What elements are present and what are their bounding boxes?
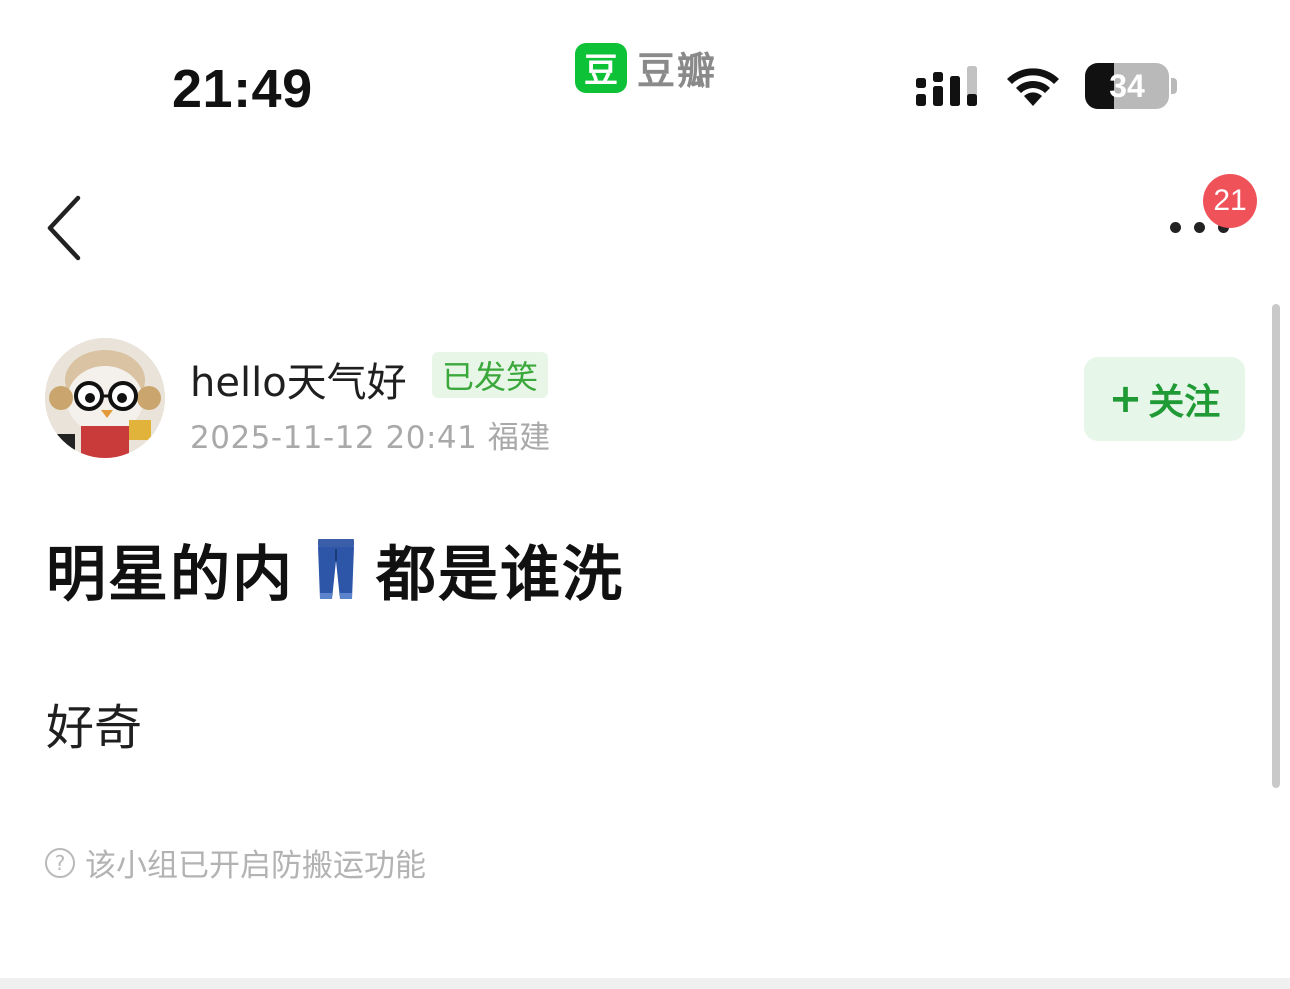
battery-level: 34 bbox=[1109, 67, 1145, 104]
post-detail-screen: 21:49 豆 豆瓣 34 21 hello天气好 已发笑 2025-11-12… bbox=[0, 0, 1290, 989]
author-name[interactable]: hello天气好 bbox=[190, 350, 407, 408]
follow-label: 关注 bbox=[1148, 382, 1221, 423]
plus-icon: + bbox=[1108, 376, 1143, 422]
follow-button[interactable]: + 关注 bbox=[1084, 357, 1245, 441]
avatar-image bbox=[45, 338, 165, 458]
wifi-icon bbox=[1007, 68, 1059, 106]
signal-icon bbox=[916, 66, 977, 106]
jeans-icon bbox=[318, 538, 354, 599]
app-indicator: 豆 豆瓣 bbox=[575, 40, 717, 95]
status-time: 21:49 bbox=[172, 59, 313, 119]
question-circle-icon: ? bbox=[45, 847, 75, 878]
douban-logo-icon: 豆 bbox=[575, 42, 627, 93]
notice-text: 该小组已开启防搬运功能 bbox=[85, 848, 426, 884]
battery-icon: 34 bbox=[1085, 63, 1169, 109]
scrollbar[interactable] bbox=[1272, 304, 1280, 788]
notification-badge: 21 bbox=[1203, 174, 1257, 228]
avatar[interactable] bbox=[45, 338, 165, 458]
back-button[interactable] bbox=[38, 190, 94, 266]
anti-repost-notice[interactable]: ? 该小组已开启防搬运功能 bbox=[45, 840, 426, 885]
post-title-after: 都是谁洗 bbox=[376, 540, 624, 610]
author-badge: 已发笑 bbox=[432, 352, 549, 398]
home-indicator bbox=[0, 978, 1290, 989]
post-meta: 2025-11-12 20:41 福建 bbox=[190, 420, 551, 456]
post-title-before: 明星的内 bbox=[46, 540, 294, 610]
post-title: 明星的内 都是谁洗 bbox=[46, 526, 624, 613]
chevron-left-icon bbox=[47, 195, 81, 261]
app-name: 豆瓣 bbox=[637, 49, 718, 93]
post-body: 好奇 bbox=[46, 700, 143, 756]
battery-cap bbox=[1171, 78, 1177, 94]
